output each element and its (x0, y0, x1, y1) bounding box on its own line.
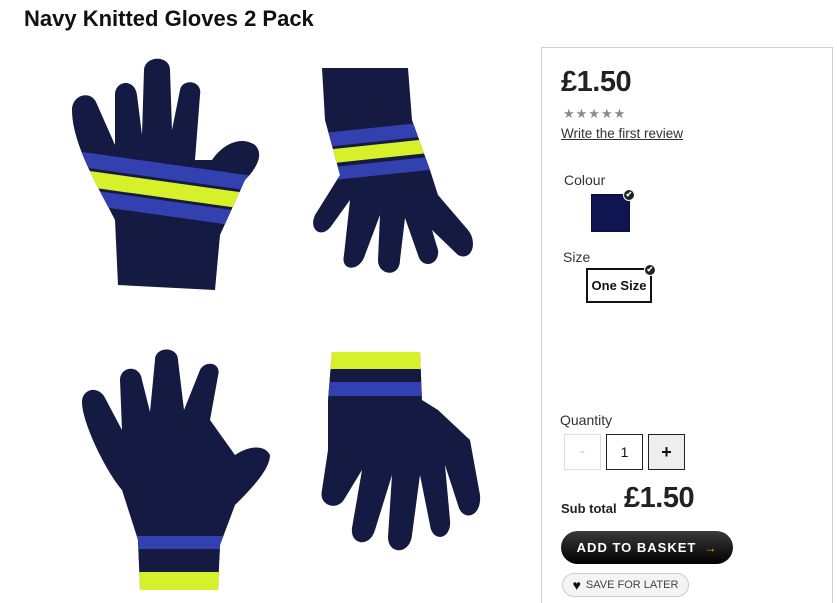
selected-check-icon: ✔ (644, 264, 656, 276)
quantity-increase-button[interactable]: + (648, 434, 685, 470)
save-for-later-button[interactable]: ♥ SAVE FOR LATER (562, 573, 689, 597)
write-review-link[interactable]: Write the first review (561, 126, 683, 141)
product-image (60, 50, 500, 603)
subtotal-value: £1.50 (624, 482, 695, 514)
colour-swatch-navy[interactable]: ✔ (591, 189, 635, 232)
selected-check-icon: ✔ (623, 189, 635, 201)
quantity-label: Quantity (560, 412, 613, 428)
subtotal-label: Sub total (561, 501, 617, 516)
heart-icon: ♥ (572, 577, 581, 593)
add-to-basket-label: ADD TO BASKET (576, 540, 697, 555)
rating-stars: ★★★★★ (563, 106, 627, 121)
page-title: Navy Knitted Gloves 2 Pack (24, 6, 314, 31)
quantity-decrease-button[interactable]: - (564, 434, 601, 470)
product-price: £1.50 (561, 66, 632, 98)
colour-label: Colour (564, 172, 606, 188)
quantity-input[interactable] (606, 434, 643, 470)
size-label: Size (563, 249, 591, 265)
size-option-label: One Size (591, 278, 647, 293)
arrow-right-icon: → (704, 540, 718, 555)
add-to-basket-button[interactable]: ADD TO BASKET → (561, 531, 733, 564)
size-option[interactable]: One Size ✔ (586, 264, 656, 303)
product-options-panel: £1.50 ★★★★★ Write the first review Colou… (541, 47, 833, 603)
save-for-later-label: SAVE FOR LATER (585, 579, 679, 591)
